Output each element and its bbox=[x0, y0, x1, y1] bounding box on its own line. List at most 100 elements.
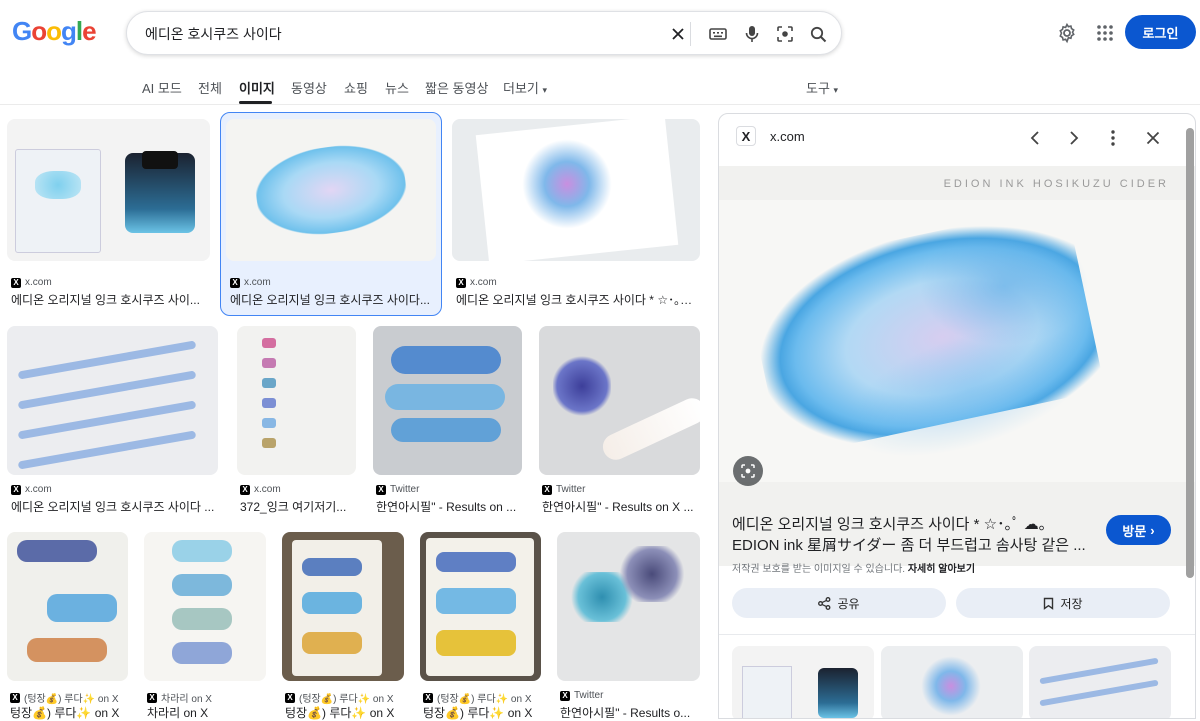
result-title: 한연아시필" - Results o... bbox=[560, 706, 691, 720]
share-icon bbox=[818, 596, 831, 610]
related-image[interactable] bbox=[732, 646, 874, 718]
tab-ai-mode[interactable]: AI 모드 bbox=[142, 78, 182, 97]
tools-button[interactable]: 도구 ▾ bbox=[806, 78, 838, 97]
save-label: 저장 bbox=[1060, 596, 1083, 611]
result-thumbnail bbox=[373, 326, 522, 475]
tab-more-label: 더보기 bbox=[503, 81, 539, 96]
result-source: Xx.com bbox=[456, 277, 497, 288]
x-logo-icon: X bbox=[456, 277, 466, 288]
image-result[interactable]: Xx.com 에디온 오리지널 잉크 호시쿠즈 사이다 * ☆･｡ﾟ... bbox=[452, 119, 700, 309]
logo-letter: o bbox=[31, 16, 47, 46]
result-title: 에디온 오리지널 잉크 호시쿠즈 사이... bbox=[11, 293, 200, 307]
image-result[interactable]: Xx.com 에디온 오리지널 잉크 호시쿠즈 사이다 ... bbox=[7, 326, 218, 516]
more-options-icon[interactable] bbox=[1101, 126, 1125, 150]
preview-image[interactable]: EDION INK HOSIKUZU CIDER bbox=[719, 166, 1195, 566]
image-result[interactable]: Xx.com 에디온 오리지널 잉크 호시쿠즈 사이... bbox=[7, 119, 210, 309]
search-box[interactable]: 에디온 호시쿠즈 사이다 bbox=[126, 11, 842, 55]
image-result[interactable]: Xx.com 에디온 오리지널 잉크 호시쿠즈 사이다... bbox=[226, 119, 436, 309]
source-label: Twitter bbox=[390, 484, 420, 495]
copyright-text: 저작권 보호를 받는 이미지일 수 있습니다. bbox=[732, 564, 906, 575]
search-icon[interactable] bbox=[807, 23, 829, 45]
chevron-down-icon: ▾ bbox=[542, 85, 548, 95]
google-logo[interactable]: Google bbox=[12, 16, 97, 47]
result-thumbnail bbox=[7, 326, 218, 475]
related-image[interactable] bbox=[881, 646, 1023, 718]
keyboard-icon[interactable] bbox=[707, 23, 729, 45]
search-input[interactable]: 에디온 호시쿠즈 사이다 bbox=[145, 24, 282, 44]
result-title: 에디온 오리지널 잉크 호시쿠즈 사이다... bbox=[230, 293, 430, 307]
x-logo-icon: X bbox=[542, 484, 552, 495]
chevron-down-icon: ▾ bbox=[833, 85, 839, 95]
source-label: x.com bbox=[25, 277, 52, 288]
result-title: 에디온 오리지널 잉크 호시쿠즈 사이다 ... bbox=[11, 500, 215, 514]
login-button[interactable]: 로그인 bbox=[1125, 15, 1196, 49]
result-source: Xx.com bbox=[240, 484, 281, 495]
result-thumbnail bbox=[7, 119, 210, 261]
microphone-icon[interactable] bbox=[741, 23, 763, 45]
image-result[interactable]: X (텅장💰) 루다✨ on X 텅장💰) 루다✨ on X bbox=[282, 532, 404, 720]
image-result[interactable]: X (텅장💰) 루다✨ on X 텅장💰) 루다✨ on X bbox=[420, 532, 541, 720]
result-thumbnail bbox=[539, 326, 700, 475]
result-title: 차라리 on X bbox=[147, 706, 209, 720]
image-result[interactable]: Xx.com 372_잉크 여기저기... bbox=[237, 326, 356, 516]
result-title: 한연아시필" - Results on ... bbox=[376, 500, 517, 514]
result-source: Xx.com bbox=[11, 277, 52, 288]
image-result[interactable]: X Twitter 한연아시필" - Results o... bbox=[557, 532, 700, 720]
x-logo-icon: X bbox=[560, 690, 570, 701]
clear-icon[interactable] bbox=[667, 23, 689, 45]
logo-letter: G bbox=[12, 16, 32, 46]
source-label: x.com bbox=[244, 277, 271, 288]
learn-more-link[interactable]: 자세히 알아보기 bbox=[908, 564, 975, 575]
chevron-right-icon: › bbox=[1150, 522, 1155, 538]
header: Google 에디온 호시쿠즈 사이다 로그인 bbox=[0, 0, 1200, 64]
x-logo-icon: X bbox=[230, 277, 240, 288]
panel-title[interactable]: 에디온 오리지널 잉크 호시쿠즈 사이다 * ☆･｡ﾟ ☁｡ EDION ink… bbox=[732, 514, 1102, 556]
image-result[interactable]: X Twitter 한연아시필" - Results on X ... bbox=[539, 326, 700, 516]
source-label: (텅장💰) 루다✨ on X bbox=[24, 694, 119, 705]
result-source: X Twitter bbox=[542, 484, 585, 495]
result-thumbnail bbox=[7, 532, 128, 681]
save-button[interactable]: 저장 bbox=[956, 588, 1170, 618]
visit-button[interactable]: 방문 › bbox=[1106, 515, 1171, 545]
related-image[interactable] bbox=[1029, 646, 1171, 718]
image-result[interactable]: X (텅장💰) 루다✨ on X 텅장💰) 루다✨ on X bbox=[7, 532, 128, 720]
logo-letter: g bbox=[61, 16, 77, 46]
next-icon[interactable] bbox=[1062, 126, 1086, 150]
divider bbox=[690, 22, 691, 46]
tab-more[interactable]: 더보기 ▾ bbox=[503, 78, 547, 97]
image-result[interactable]: X Twitter 한연아시필" - Results on ... bbox=[373, 326, 522, 516]
result-title: 텅장💰) 루다✨ on X bbox=[285, 706, 395, 720]
panel-scrollbar[interactable] bbox=[1186, 128, 1194, 578]
bookmark-icon bbox=[1044, 597, 1054, 610]
result-thumbnail bbox=[420, 532, 541, 681]
tab-all[interactable]: 전체 bbox=[198, 78, 222, 97]
result-title: 372_잉크 여기저기... bbox=[240, 500, 347, 514]
tab-images[interactable]: 이미지 bbox=[239, 78, 275, 97]
result-source: X (텅장💰) 루다✨ on X bbox=[285, 690, 394, 705]
share-button[interactable]: 공유 bbox=[732, 588, 946, 618]
panel-title-line: EDION ink 星屑サイダー 좀 더 부드럽고 솜사탕 같은 ... bbox=[732, 537, 1086, 554]
previous-icon[interactable] bbox=[1023, 126, 1047, 150]
lens-search-icon[interactable] bbox=[733, 456, 763, 486]
result-title: 텅장💰) 루다✨ on X bbox=[10, 706, 120, 720]
divider bbox=[719, 634, 1195, 635]
image-caption: EDION INK HOSIKUZU CIDER bbox=[943, 178, 1169, 190]
source-label: x.com bbox=[25, 484, 52, 495]
panel-source[interactable]: x.com bbox=[770, 129, 805, 144]
result-thumbnail bbox=[557, 532, 700, 681]
apps-grid-icon[interactable] bbox=[1093, 21, 1117, 45]
tools-label: 도구 bbox=[806, 81, 830, 96]
tab-videos[interactable]: 동영상 bbox=[291, 78, 327, 97]
result-source: Xx.com bbox=[230, 277, 271, 288]
tab-shopping[interactable]: 쇼핑 bbox=[344, 78, 368, 97]
logo-letter: o bbox=[46, 16, 62, 46]
tab-news[interactable]: 뉴스 bbox=[385, 78, 409, 97]
image-result[interactable]: X 차라리 on X 차라리 on X bbox=[144, 532, 266, 720]
logo-letter: e bbox=[82, 16, 97, 46]
tab-short-videos[interactable]: 짧은 동영상 bbox=[425, 78, 488, 97]
source-label: 차라리 on X bbox=[161, 694, 212, 705]
close-icon[interactable] bbox=[1141, 126, 1165, 150]
gear-icon[interactable] bbox=[1055, 21, 1079, 45]
result-thumbnail bbox=[237, 326, 356, 475]
lens-icon[interactable] bbox=[774, 23, 796, 45]
